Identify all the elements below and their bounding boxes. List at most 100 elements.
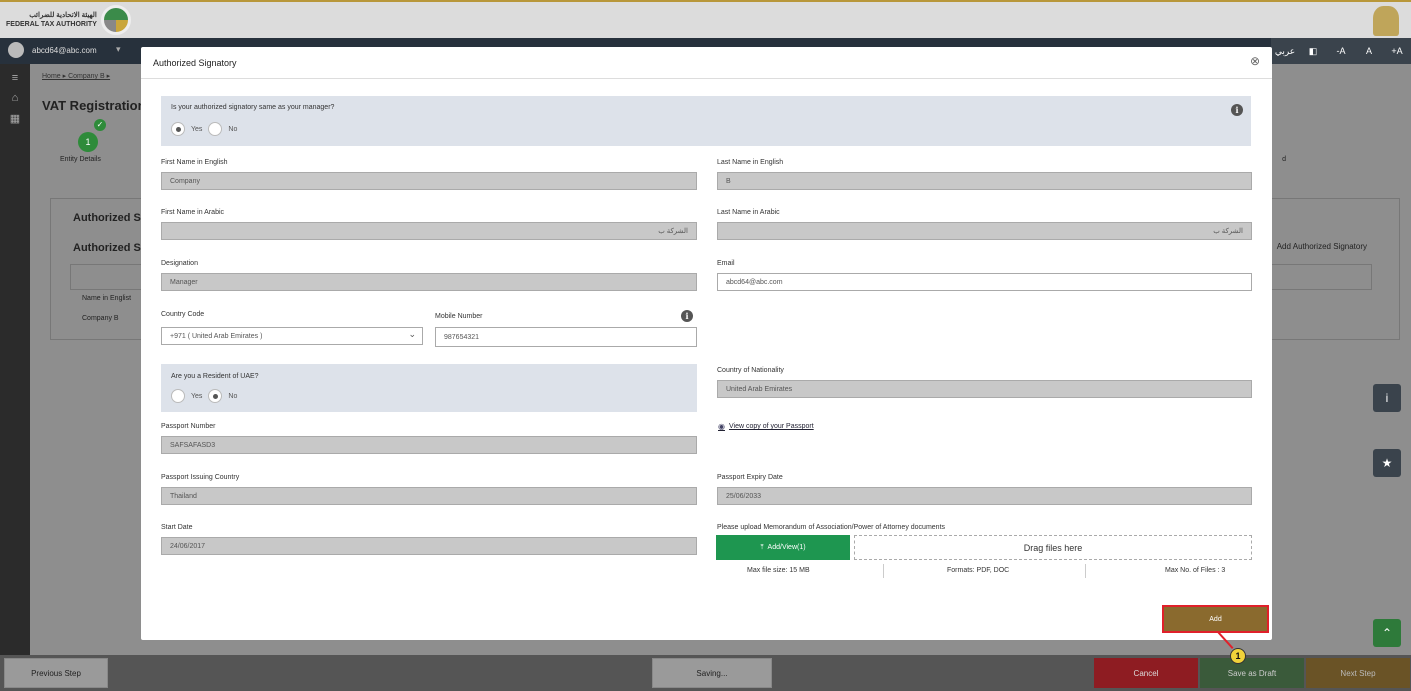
site-header: الهيئة الاتحادية للضرائب FEDERAL TAX AUT…	[0, 0, 1411, 38]
passport-number-field[interactable]: SAFSAFASD3	[161, 436, 697, 454]
scroll-up-icon[interactable]: ⌃	[1373, 619, 1401, 647]
designation-field[interactable]: Manager	[161, 273, 697, 291]
step-indicator[interactable]: 1	[78, 132, 98, 152]
last-name-ar-label: Last Name in Arabic	[717, 209, 780, 216]
saving-button[interactable]: Saving...	[652, 658, 772, 688]
divider	[1085, 564, 1086, 578]
font-decrease-button[interactable]: -A	[1327, 38, 1355, 64]
expiry-label: Passport Expiry Date	[717, 474, 783, 481]
radio-no[interactable]	[208, 122, 223, 136]
first-name-en-label: First Name in English	[161, 159, 228, 166]
email-field[interactable]: abcd64@abc.com	[717, 273, 1252, 291]
section-title: Authorized Si	[73, 212, 144, 224]
max-file-size: Max file size: 15 MB	[747, 567, 810, 574]
language-toggle[interactable]: عربي	[1271, 38, 1299, 64]
manager-radio-group: Yes No	[171, 122, 237, 136]
radio-no-label: No	[228, 392, 238, 400]
close-icon[interactable]: ⊗	[1250, 54, 1260, 68]
country-code-label: Country Code	[161, 311, 205, 318]
radio-no[interactable]	[208, 389, 223, 403]
save-draft-button[interactable]: Save as Draft	[1200, 658, 1304, 688]
last-name-en-field[interactable]: B	[717, 172, 1252, 190]
add-view-label: Add/View(1)	[767, 544, 806, 551]
start-date-label: Start Date	[161, 524, 193, 531]
view-passport-text: View copy of your Passport	[728, 423, 814, 430]
chevron-down-icon: ⌄	[408, 329, 416, 339]
mobile-field[interactable]: 987654321	[435, 327, 697, 347]
logo-arabic-text: الهيئة الاتحادية للضرائب	[29, 12, 97, 19]
last-name-ar-field[interactable]: الشركة ب	[717, 222, 1252, 240]
subsection-title: Authorized Si	[73, 242, 144, 254]
resident-question: Are you a Resident of UAE?	[171, 373, 259, 380]
font-increase-button[interactable]: +A	[1383, 38, 1411, 64]
divider	[883, 564, 884, 578]
upload-icon: ⤒	[760, 543, 764, 551]
user-avatar-icon[interactable]	[8, 42, 24, 58]
info-icon[interactable]: i	[681, 310, 693, 322]
star-icon[interactable]: ★	[1373, 449, 1401, 477]
user-email[interactable]: abcd64@abc.com	[32, 46, 97, 55]
previous-step-button[interactable]: Previous Step	[4, 658, 108, 688]
home-icon[interactable]: ⌂	[0, 92, 30, 104]
radio-yes[interactable]	[171, 389, 185, 403]
column-header-name: Name in Englist	[82, 295, 132, 302]
add-button[interactable]: Add	[1162, 605, 1269, 633]
country-code-select[interactable]: +971 ( United Arab Emirates ) ⌄	[161, 327, 423, 345]
step-label: Entity Details	[60, 156, 101, 163]
nationality-field[interactable]: United Arab Emirates	[717, 380, 1252, 398]
eye-icon: ◉	[718, 422, 725, 431]
manager-question: Is your authorized signatory same as you…	[171, 104, 335, 111]
page-title: VAT Registration -	[42, 98, 154, 113]
breadcrumb[interactable]: Home ▸ Company B ▸	[42, 72, 110, 80]
modal-header: Authorized Signatory ⊗	[141, 47, 1272, 79]
country-code-value: +971 ( United Arab Emirates )	[170, 332, 263, 340]
file-formats: Formats: PDF, DOC	[947, 567, 1010, 574]
upload-label: Please upload Memorandum of Association/…	[717, 524, 946, 531]
nationality-label: Country of Nationality	[717, 367, 784, 374]
authorized-signatory-modal: Authorized Signatory ⊗ Is your authorize…	[141, 47, 1272, 640]
issuing-country-label: Passport Issuing Country	[161, 474, 240, 481]
mobile-label: Mobile Number	[435, 313, 483, 320]
last-name-en-label: Last Name in English	[717, 159, 784, 166]
resident-question-box: Are you a Resident of UAE? Yes No	[161, 364, 697, 412]
expiry-field[interactable]: 25/06/2033	[717, 487, 1252, 505]
drag-drop-zone[interactable]: Drag files here	[854, 535, 1252, 560]
start-date-field[interactable]: 24/06/2017	[161, 537, 697, 555]
next-step-button[interactable]: Next Step	[1306, 658, 1410, 688]
menu-icon[interactable]: ≡	[0, 72, 30, 84]
uae-emblem-icon	[1373, 6, 1399, 36]
sidebar: ≡ ⌂ ▦	[0, 64, 30, 655]
step-label-right: d	[1282, 156, 1286, 163]
radio-yes[interactable]	[171, 122, 185, 136]
logo-english-text: FEDERAL TAX AUTHORITY	[6, 21, 97, 28]
first-name-en-field[interactable]: Company	[161, 172, 697, 190]
add-signatory-link[interactable]: Add Authorized Signatory	[1277, 242, 1367, 251]
grid-icon[interactable]: ▦	[0, 112, 30, 125]
resident-radio-group: Yes No	[171, 389, 237, 403]
font-normal-button[interactable]: A	[1355, 38, 1383, 64]
designation-label: Designation	[161, 260, 198, 267]
table-cell-name: Company B	[82, 315, 119, 322]
radio-no-label: No	[228, 125, 238, 133]
manager-question-box: Is your authorized signatory same as you…	[161, 96, 1251, 146]
accessibility-tools: عربي ◧ -A A +A	[1271, 38, 1411, 64]
check-icon: ✓	[94, 119, 106, 131]
modal-title: Authorized Signatory	[153, 58, 237, 68]
info-icon[interactable]: i	[1231, 104, 1243, 116]
fta-logo[interactable]: الهيئة الاتحادية للضرائب FEDERAL TAX AUT…	[6, 5, 131, 35]
callout-badge: 1	[1230, 648, 1246, 664]
logo-icon	[100, 5, 131, 35]
info-icon[interactable]: i	[1373, 384, 1401, 412]
cancel-button[interactable]: Cancel	[1094, 658, 1198, 688]
email-label: Email	[717, 260, 735, 267]
view-passport-link[interactable]: ◉ View copy of your Passport	[718, 422, 814, 431]
add-view-button[interactable]: ⤒ Add/View(1)	[716, 535, 850, 560]
first-name-ar-label: First Name in Arabic	[161, 209, 225, 216]
issuing-country-field[interactable]: Thailand	[161, 487, 697, 505]
first-name-ar-field[interactable]: الشركة ب	[161, 222, 697, 240]
passport-number-label: Passport Number	[161, 423, 216, 430]
chevron-down-icon[interactable]: ▾	[116, 44, 121, 55]
radio-yes-label: Yes	[191, 125, 203, 133]
contrast-icon[interactable]: ◧	[1299, 38, 1327, 64]
max-files: Max No. of Files : 3	[1165, 567, 1226, 574]
